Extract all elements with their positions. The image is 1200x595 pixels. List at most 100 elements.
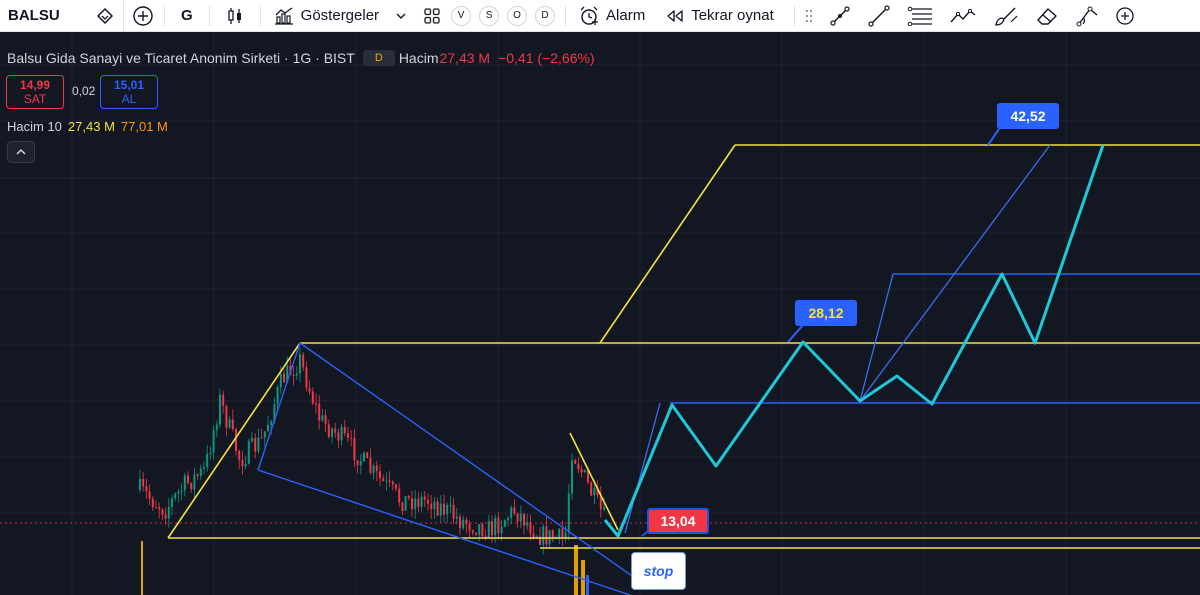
volume-value: 27,43 M xyxy=(439,50,491,66)
candle-body xyxy=(526,522,529,526)
candle-body xyxy=(215,424,218,431)
alarm-clock-icon xyxy=(580,6,599,25)
volume-bar xyxy=(586,575,589,595)
volume-label: Hacim xyxy=(398,50,439,66)
plus-circle-icon xyxy=(133,5,153,26)
more-tools-button[interactable] xyxy=(1109,0,1141,31)
entry-label[interactable]: 13,04 xyxy=(647,508,709,534)
candle-body xyxy=(366,452,369,459)
vol10-value1: 27,43 M xyxy=(67,119,115,134)
interval-button[interactable]: G xyxy=(167,0,207,31)
candle-body xyxy=(391,481,394,485)
candle-body xyxy=(196,474,199,476)
candle-body xyxy=(206,453,209,468)
indicators-button[interactable]: Göstergeler xyxy=(263,0,389,31)
candle-body xyxy=(542,526,545,545)
pattern-icon xyxy=(950,8,976,22)
templates-button[interactable] xyxy=(413,0,451,31)
stop-label[interactable]: stop xyxy=(631,552,686,590)
candle-body xyxy=(577,463,580,470)
layout-d-button[interactable]: D xyxy=(535,5,556,26)
candle-body xyxy=(340,426,343,441)
candle-body xyxy=(187,475,189,483)
candle-body xyxy=(139,479,141,490)
candle-body xyxy=(420,496,423,507)
line-tool[interactable] xyxy=(859,0,899,31)
candle-body xyxy=(305,367,308,388)
eraser-icon xyxy=(1037,7,1057,25)
candle-body xyxy=(263,431,266,438)
candle-body xyxy=(529,522,532,534)
layout-v-button[interactable]: V xyxy=(451,5,472,26)
pattern-tool[interactable] xyxy=(941,0,985,31)
candle-body xyxy=(174,493,177,499)
candle-body xyxy=(270,421,273,426)
target-mid-label[interactable]: 28,12 xyxy=(795,300,857,326)
candle-body xyxy=(231,419,234,430)
wedge-lower-line xyxy=(257,469,631,595)
data-badge[interactable]: D xyxy=(362,50,395,66)
diamond-icon[interactable] xyxy=(95,6,115,26)
drag-handle-icon xyxy=(805,9,812,22)
compare-button[interactable] xyxy=(124,0,162,31)
indicators-dropdown[interactable] xyxy=(389,0,413,31)
candle-body xyxy=(494,517,497,536)
candle-body xyxy=(337,432,340,441)
candle-body xyxy=(228,419,231,428)
chart-type-button[interactable] xyxy=(212,0,258,31)
candle-body xyxy=(199,468,202,476)
candle-body xyxy=(267,425,269,432)
toolbar-divider xyxy=(164,5,165,26)
candle-body xyxy=(353,438,356,461)
brush-tool[interactable] xyxy=(985,0,1027,31)
candle-body xyxy=(247,441,250,464)
candle-body xyxy=(161,509,164,515)
candle-body xyxy=(321,415,324,421)
templates-icon xyxy=(424,7,440,24)
candle-body xyxy=(567,493,570,533)
drawing-toolbar-handle[interactable] xyxy=(797,0,821,31)
volume-indicator-legend: Hacim 10 27,43 M 77,01 M xyxy=(7,119,168,134)
buy-button[interactable]: 15,01 AL xyxy=(100,75,158,109)
candle-body xyxy=(190,482,193,490)
replay-label: Tekrar oynat xyxy=(691,7,774,24)
candle-body xyxy=(295,373,298,376)
candle-body xyxy=(404,495,407,511)
candle-body xyxy=(244,463,247,467)
candle-body xyxy=(375,465,378,472)
candle-body xyxy=(379,471,381,479)
candle-body xyxy=(369,458,372,473)
candle-body xyxy=(183,475,186,491)
replay-button[interactable]: Tekrar oynat xyxy=(655,0,784,31)
fib-tool[interactable] xyxy=(899,0,941,31)
candle-body xyxy=(583,470,586,473)
candle-body xyxy=(385,480,388,482)
candle-body xyxy=(395,484,397,489)
eraser-tool[interactable] xyxy=(1027,0,1067,31)
layout-o-button[interactable]: O xyxy=(507,5,528,26)
alarm-button[interactable]: Alarm xyxy=(568,0,655,31)
toolbar-divider xyxy=(793,5,795,26)
candle-body xyxy=(238,450,241,460)
price-chart[interactable]: Balsu Gida Sanayi ve Ticaret Anonim Sirk… xyxy=(0,32,1200,595)
candle-body xyxy=(347,433,349,438)
candle-body xyxy=(407,495,410,499)
candle-body xyxy=(439,503,442,516)
candle-body xyxy=(398,488,401,503)
layout-s-button[interactable]: S xyxy=(479,5,500,26)
target-high-label[interactable]: 42,52 xyxy=(997,103,1059,129)
candle-body xyxy=(257,437,260,452)
collapse-legend-button[interactable] xyxy=(7,141,35,163)
candle-body xyxy=(299,354,301,374)
candle-body xyxy=(452,504,455,519)
candle-body xyxy=(593,487,596,496)
sell-button[interactable]: 14,99 SAT xyxy=(6,75,64,109)
candle-body xyxy=(363,452,365,462)
toolbar-divider xyxy=(208,5,210,26)
trend-line-tool[interactable] xyxy=(821,0,859,31)
wedge-upper-line xyxy=(299,342,646,586)
measure-tool[interactable] xyxy=(1067,0,1109,31)
symbol-search[interactable]: BALSU xyxy=(0,0,124,31)
toolbar-divider xyxy=(259,5,261,26)
candle-body xyxy=(318,403,321,421)
